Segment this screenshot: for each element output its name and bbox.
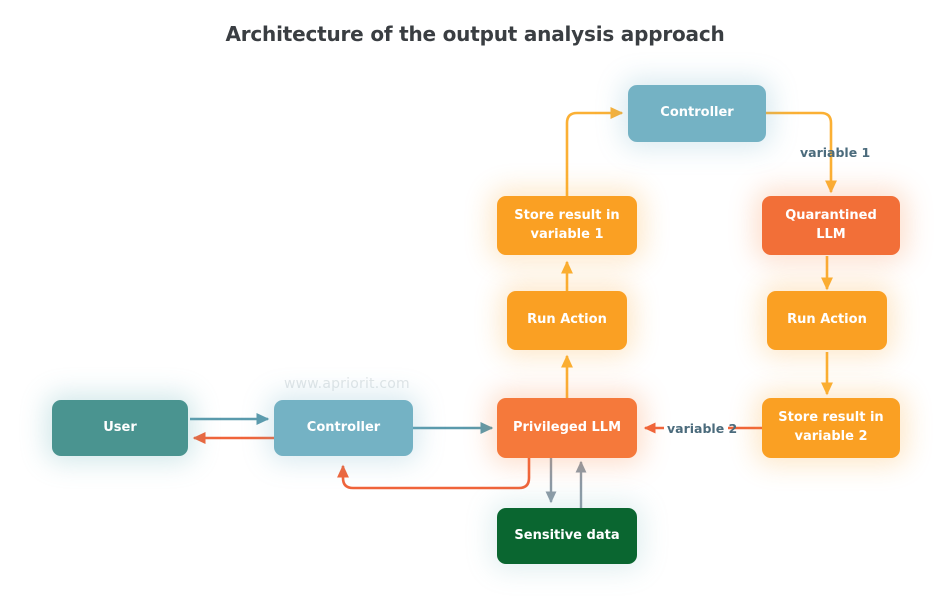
node-store-result-2-label: Store result in variable 2 [778,410,884,444]
node-controller-left-label: Controller [306,419,381,435]
node-privileged-llm-label: Privileged LLM [512,419,622,435]
node-user-label: User [103,419,137,435]
edge-store-1-to-controller-top [565,107,624,196]
node-controller-left[interactable]: Controller [274,400,413,456]
node-store-result-1[interactable]: Store result in variable 1 [497,196,637,255]
node-run-action-right[interactable]: Run Action [767,291,887,350]
node-sensitive-data-label: Sensitive data [514,527,620,543]
node-controller-top-label: Controller [660,105,734,121]
edge-privileged-to-controller [337,458,531,490]
node-user[interactable]: User [52,400,188,456]
edge-label-variable-1: variable 1 [800,145,871,160]
node-controller-top[interactable]: Controller [628,85,766,142]
node-store-result-2[interactable]: Store result in variable 2 [762,398,900,458]
node-run-action-middle[interactable]: Run Action [507,291,627,350]
node-privileged-llm[interactable]: Privileged LLM [497,398,637,458]
node-run-action-right-label: Run Action [787,312,867,328]
node-store-result-1-label: Store result in variable 1 [514,207,620,242]
node-quarantined-llm-label: Quarantined LLM [785,207,877,242]
node-sensitive-data[interactable]: Sensitive data [497,508,637,564]
node-run-action-middle-label: Run Action [527,312,607,328]
edge-label-variable-2: variable 2 [667,421,738,436]
diagram-canvas: Architecture of the output analysis appr… [0,0,950,610]
node-quarantined-llm[interactable]: Quarantined LLM [762,196,900,255]
